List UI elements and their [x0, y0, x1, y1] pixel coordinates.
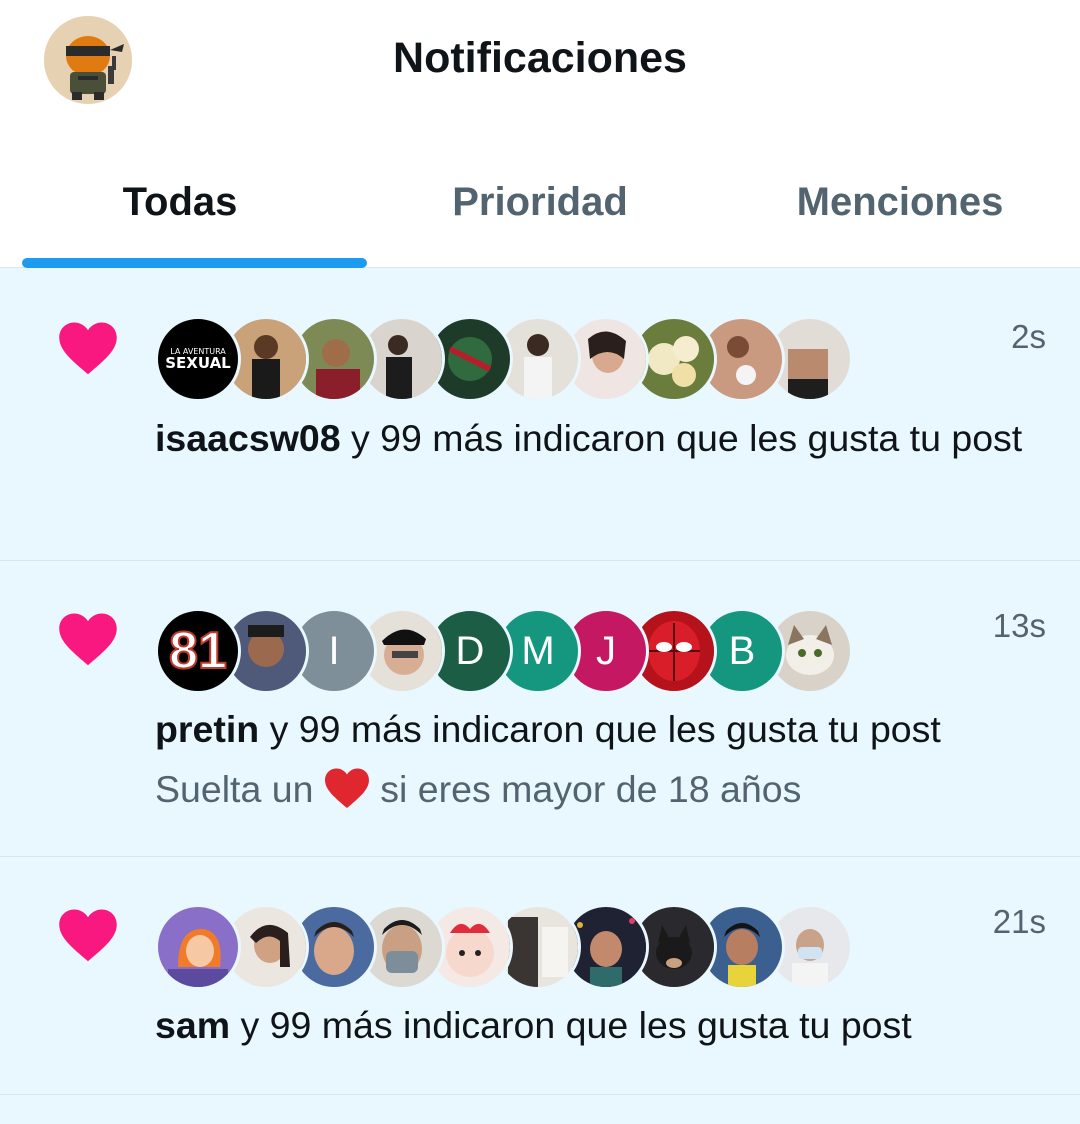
notification-time: 13s	[992, 607, 1046, 644]
notification-time: 21s	[992, 903, 1046, 940]
tab-prioridad[interactable]: Prioridad	[360, 150, 720, 267]
page-title: Notificaciones	[393, 34, 687, 82]
heart-icon	[59, 909, 117, 962]
notification-user[interactable]: pretin	[155, 708, 259, 750]
post-preview: Suelta un si eres mayor de 18 años	[155, 761, 1055, 817]
avatar: 81	[155, 608, 241, 694]
notification-user[interactable]: sam	[155, 1004, 230, 1046]
red-heart-emoji-icon	[324, 768, 369, 809]
active-tab-indicator	[22, 258, 367, 268]
heart-icon	[59, 322, 117, 375]
tab-bar: Todas Prioridad Menciones	[0, 150, 1080, 268]
notification-text: pretin y 99 más indicaron que les gusta …	[155, 701, 1055, 757]
avatar-number: 81	[168, 621, 228, 681]
notification-text: sam y 99 más indicaron que les gusta tu …	[155, 997, 1055, 1053]
tab-menciones[interactable]: Menciones	[720, 150, 1080, 267]
post-preview-after: si eres mayor de 18 años	[369, 768, 802, 810]
avatar	[155, 904, 241, 990]
notification-message: y 99 más indicaron que les gusta tu post	[259, 708, 941, 750]
heart-icon	[59, 613, 117, 666]
notification-item[interactable]: 21s sam y 99 más indicaron que les gusta…	[0, 857, 1080, 1095]
top-bar: Notificaciones Todas Prioridad Menciones	[0, 0, 1080, 268]
tab-todas[interactable]: Todas	[0, 150, 360, 267]
notification-item[interactable]: LA AVENTURA SEXUAL 2s isaacsw08 y 99 más…	[0, 268, 1080, 561]
notification-text: isaacsw08 y 99 más indicaron que les gus…	[155, 410, 1055, 466]
avatar: LA AVENTURA SEXUAL	[155, 316, 241, 402]
notification-time: 2s	[1011, 318, 1046, 355]
notification-item[interactable]: 81 I D M J B 13s pretin y 99 más indicar…	[0, 561, 1080, 857]
notification-user[interactable]: isaacsw08	[155, 417, 341, 459]
post-preview-before: Suelta un	[155, 768, 324, 810]
notification-message: y 99 más indicaron que les gusta tu post	[230, 1004, 912, 1046]
notification-message: y 99 más indicaron que les gusta tu post	[340, 417, 1023, 459]
notifications-feed: LA AVENTURA SEXUAL 2s isaacsw08 y 99 más…	[0, 268, 1080, 1124]
avatar-badge-line2: SEXUAL	[165, 353, 231, 372]
